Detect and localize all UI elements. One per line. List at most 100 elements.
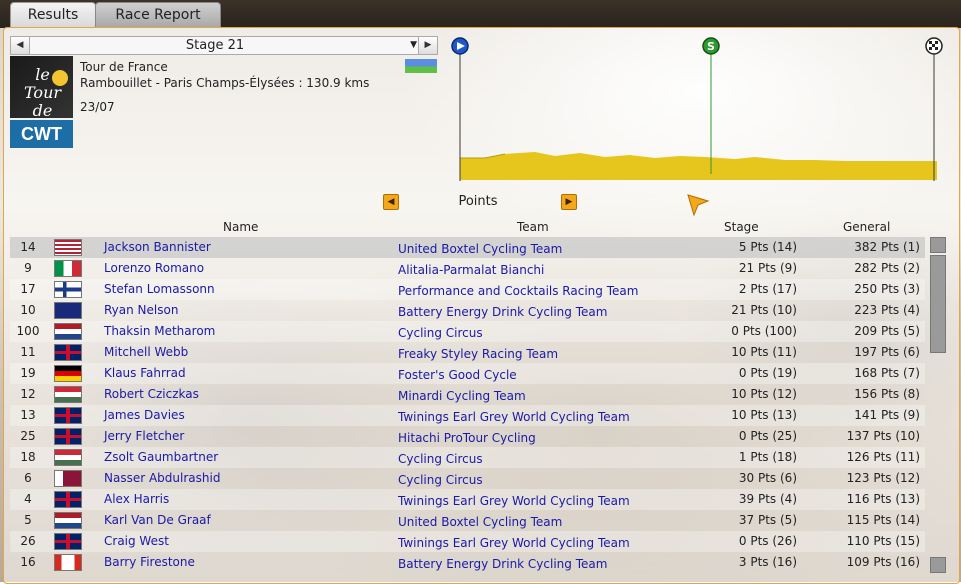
rider-name-link[interactable]: James Davies [104, 405, 185, 426]
australia-flag-icon [54, 302, 82, 319]
table-row[interactable]: 17 Stefan Lomassonn Performance and Cockta… [10, 279, 925, 300]
rider-name-link[interactable]: Mitchell Webb [104, 342, 188, 363]
stage-profile: S [451, 37, 943, 181]
table-row[interactable]: 19 Klaus Fahrrad Foster's Good Cycle 0 Pts … [10, 363, 925, 384]
team-name-link[interactable]: Hitachi ProTour Cycling [398, 428, 536, 449]
table-row[interactable]: 14 Jackson Bannister United Boxtel Cycling… [10, 237, 925, 258]
stage-selector[interactable]: ◀ Stage 21 ▼ ▶ [10, 36, 438, 55]
stage-points: 0 Pts (25) [738, 429, 797, 443]
table-row[interactable]: 13 James Davies Twinings Earl Grey World C… [10, 405, 925, 426]
general-points: 197 Pts (6) [854, 345, 920, 359]
rider-name-link[interactable]: Barry Firestone [104, 552, 195, 573]
column-header-team[interactable]: Team [517, 220, 549, 234]
rider-name-link[interactable]: Nasser Abdulrashid [104, 468, 220, 489]
general-points: 250 Pts (3) [854, 282, 920, 296]
stage-selector-value: Stage 21 [185, 38, 245, 53]
table-row[interactable]: 12 Robert Cziczkas Minardi Cycling Team 10 … [10, 384, 925, 405]
table-row[interactable]: 100 Thaksin Metharom Cycling Circus 0 Pts (… [10, 321, 925, 342]
rider-name-link[interactable]: Jerry Fletcher [104, 426, 184, 447]
column-header-stage[interactable]: Stage [724, 220, 759, 234]
results-table: 14 Jackson Bannister United Boxtel Cycling… [10, 237, 925, 573]
scroll-down-button[interactable] [930, 557, 946, 573]
column-header-name[interactable]: Name [223, 220, 258, 234]
rider-name-link[interactable]: Ryan Nelson [104, 300, 178, 321]
general-points: 137 Pts (10) [846, 429, 920, 443]
stage-points: 10 Pts (12) [731, 387, 797, 401]
table-row[interactable]: 6 Nasser Abdulrashid Cycling Circus 30 Pts … [10, 468, 925, 489]
team-name-link[interactable]: Battery Energy Drink Cycling Team [398, 302, 607, 323]
row-stage-rank: 5 [24, 513, 32, 527]
hungary-flag-icon [54, 386, 82, 403]
finish-marker-icon[interactable] [925, 37, 943, 55]
team-name-link[interactable]: Cycling Circus [398, 449, 483, 470]
row-stage-rank: 16 [20, 555, 36, 569]
team-name-link[interactable]: Twinings Earl Grey World Cycling Team [398, 533, 630, 554]
previous-ranking-button[interactable]: ◀ [383, 194, 399, 210]
row-stage-rank: 18 [20, 450, 36, 464]
table-row[interactable]: 9 Lorenzo Romano Alitalia-Parmalat Bianchi… [10, 258, 925, 279]
scroll-up-button[interactable] [930, 237, 946, 253]
terrain-icon [405, 59, 437, 73]
team-name-link[interactable]: Cycling Circus [398, 470, 483, 491]
stage-points: 1 Pts (18) [738, 450, 797, 464]
netherlands-flag-icon [54, 323, 82, 340]
table-row[interactable]: 18 Zsolt Gaumbartner Cycling Circus 1 Pts (… [10, 447, 925, 468]
rider-name-link[interactable]: Zsolt Gaumbartner [104, 447, 218, 468]
stage-points: 21 Pts (9) [738, 261, 797, 275]
start-marker-icon[interactable] [451, 37, 469, 55]
table-row[interactable]: 16 Barry Firestone Battery Energy Drink Cy… [10, 552, 925, 573]
stage-points: 5 Pts (14) [738, 240, 797, 254]
next-ranking-button[interactable]: ▶ [561, 194, 577, 210]
team-name-link[interactable]: Minardi Cycling Team [398, 386, 526, 407]
tab-race-report[interactable]: Race Report [95, 2, 221, 27]
row-stage-rank: 12 [20, 387, 36, 401]
table-row[interactable]: 5 Karl Van De Graaf United Boxtel Cycling … [10, 510, 925, 531]
team-name-link[interactable]: Cycling Circus [398, 323, 483, 344]
tab-results[interactable]: Results [10, 2, 96, 27]
team-name-link[interactable]: Twinings Earl Grey World Cycling Team [398, 407, 630, 428]
stage-points: 30 Pts (6) [738, 471, 797, 485]
stage-points: 0 Pts (19) [738, 366, 797, 380]
rider-name-link[interactable]: Karl Van De Graaf [104, 510, 211, 531]
row-stage-rank: 26 [20, 534, 36, 548]
general-points: 168 Pts (7) [854, 366, 920, 380]
column-header-general[interactable]: General [843, 220, 890, 234]
finland-flag-icon [54, 281, 82, 298]
row-stage-rank: 14 [20, 240, 36, 254]
general-points: 223 Pts (4) [854, 303, 920, 317]
rider-name-link[interactable]: Klaus Fahrrad [104, 363, 186, 384]
dropdown-arrow-icon[interactable]: ▼ [410, 37, 417, 54]
team-name-link[interactable]: United Boxtel Cycling Team [398, 239, 562, 260]
rider-name-link[interactable]: Alex Harris [104, 489, 169, 510]
team-name-link[interactable]: Foster's Good Cycle [398, 365, 517, 386]
rider-name-link[interactable]: Craig West [104, 531, 169, 552]
row-stage-rank: 11 [20, 345, 36, 359]
rider-name-link[interactable]: Thaksin Metharom [104, 321, 215, 342]
table-row[interactable]: 11 Mitchell Webb Freaky Styley Racing Team… [10, 342, 925, 363]
rider-name-link[interactable]: Robert Cziczkas [104, 384, 199, 405]
general-points: 382 Pts (1) [854, 240, 920, 254]
table-row[interactable]: 4 Alex Harris Twinings Earl Grey World Cyc… [10, 489, 925, 510]
stage-points: 39 Pts (4) [738, 492, 797, 506]
sprint-marker-icon[interactable]: S [702, 37, 720, 55]
table-row[interactable]: 26 Craig West Twinings Earl Grey World Cyc… [10, 531, 925, 552]
table-row[interactable]: 25 Jerry Fletcher Hitachi ProTour Cycling 0… [10, 426, 925, 447]
next-stage-arrow-icon[interactable]: ▶ [418, 37, 437, 54]
team-name-link[interactable]: Performance and Cocktails Racing Team [398, 281, 638, 302]
row-stage-rank: 9 [24, 261, 32, 275]
rider-name-link[interactable]: Stefan Lomassonn [104, 279, 215, 300]
team-name-link[interactable]: Battery Energy Drink Cycling Team [398, 554, 607, 575]
general-points: 115 Pts (14) [846, 513, 920, 527]
team-name-link[interactable]: Freaky Styley Racing Team [398, 344, 558, 365]
scroll-thumb[interactable] [930, 255, 946, 353]
table-row[interactable]: 10 Ryan Nelson Battery Energy Drink Cyclin… [10, 300, 925, 321]
rider-name-link[interactable]: Jackson Bannister [104, 237, 211, 258]
team-name-link[interactable]: Twinings Earl Grey World Cycling Team [398, 491, 630, 512]
team-name-link[interactable]: Alitalia-Parmalat Bianchi [398, 260, 544, 281]
team-name-link[interactable]: United Boxtel Cycling Team [398, 512, 562, 533]
previous-stage-arrow-icon[interactable]: ◀ [11, 37, 30, 54]
general-points: 109 Pts (16) [846, 555, 920, 569]
table-scrollbar[interactable] [930, 237, 946, 573]
canada-flag-icon [54, 554, 82, 571]
rider-name-link[interactable]: Lorenzo Romano [104, 258, 204, 279]
